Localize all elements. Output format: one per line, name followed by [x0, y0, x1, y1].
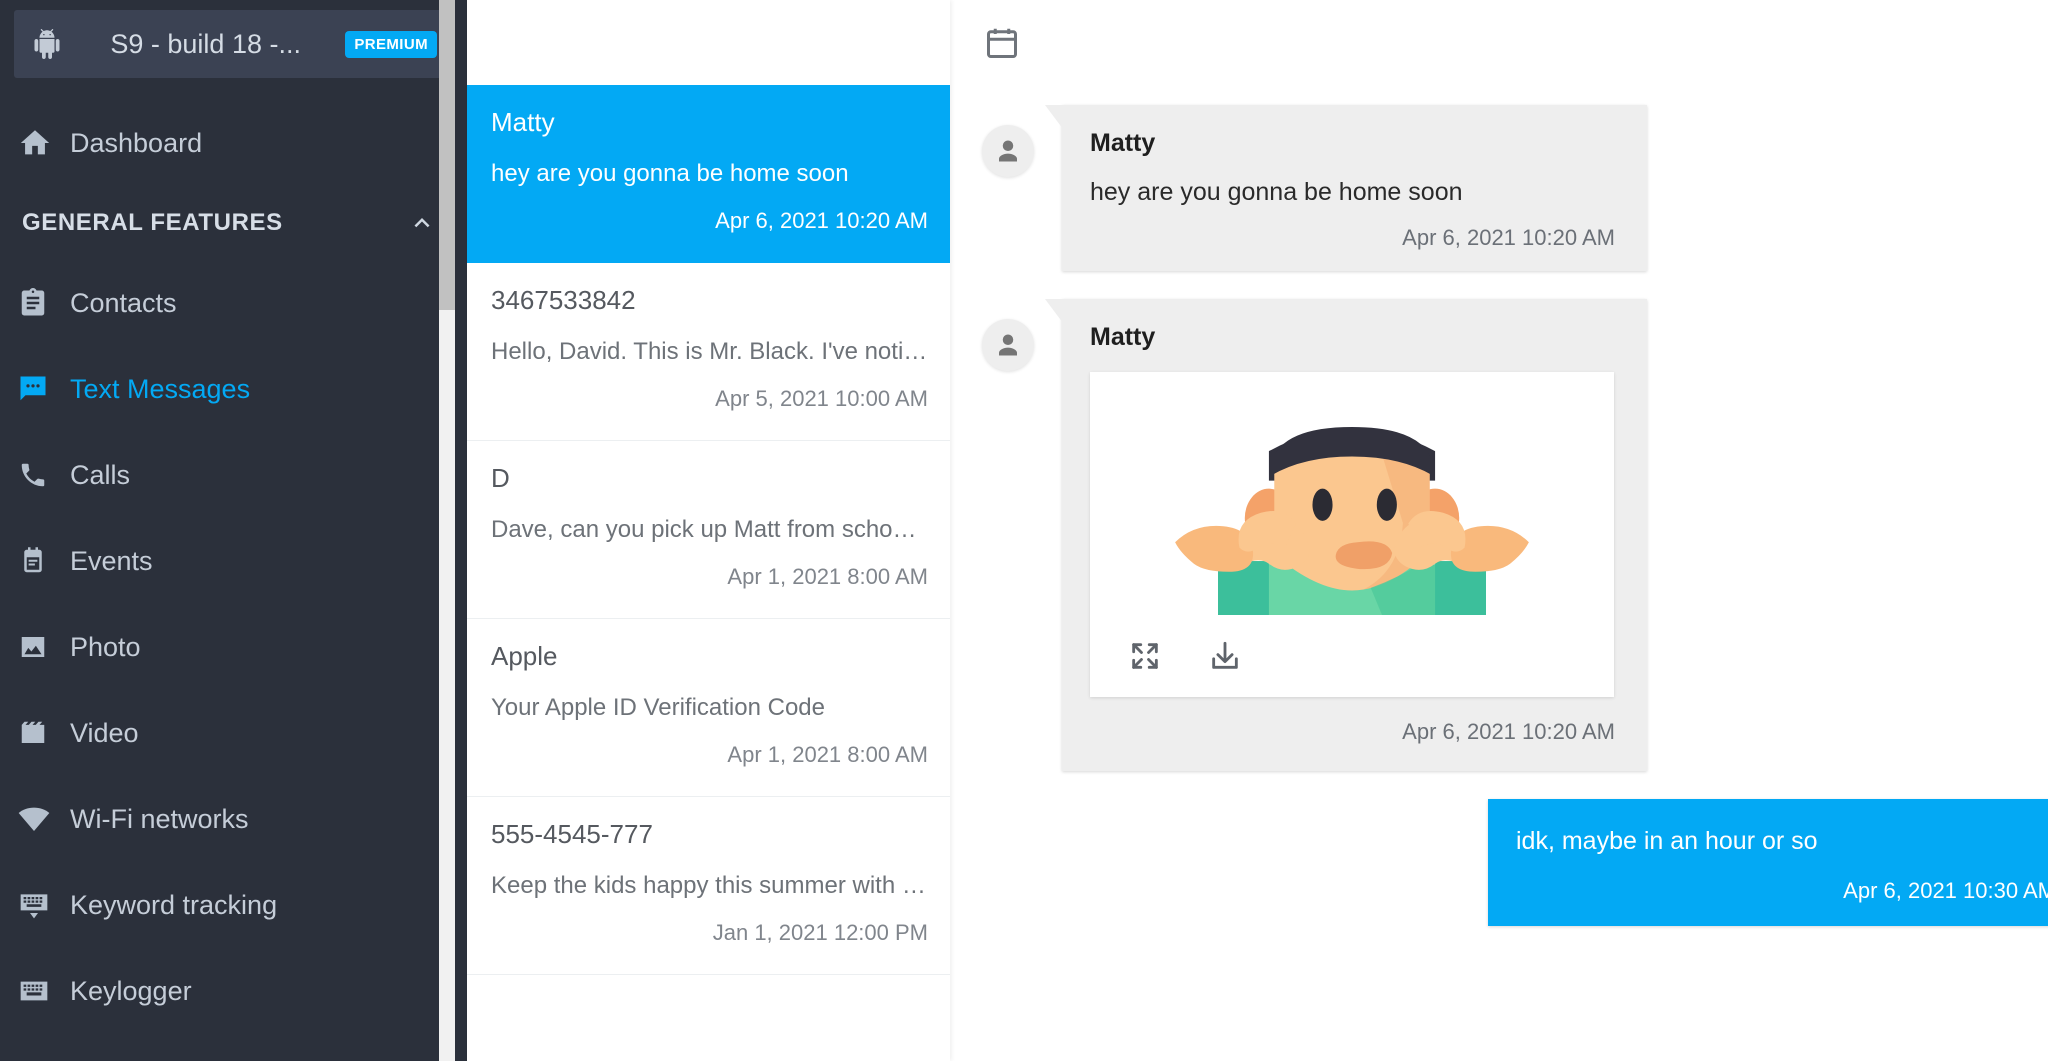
sidebar-item-video-label: Video	[70, 717, 139, 748]
sidebar-item-events[interactable]: Events	[0, 518, 467, 604]
sidebar-item-photo-label: Photo	[70, 631, 141, 662]
conversation-pane: Matty hey are you gonna be home soon Apr…	[950, 0, 2048, 1061]
table-row[interactable]: 3467533842 Hello, David. This is Mr. Bla…	[467, 263, 950, 441]
table-row[interactable]: Matty hey are you gonna be home soon Apr…	[467, 85, 950, 263]
thread-name: 555-4545-777	[491, 819, 653, 849]
expand-icon[interactable]	[1128, 639, 1162, 673]
sidebar-item-text-messages[interactable]: Text Messages	[0, 346, 467, 432]
photo-icon	[18, 632, 70, 662]
premium-badge: PREMIUM	[345, 30, 437, 58]
conversation-messages: Matty hey are you gonna be home soon Apr…	[950, 85, 2048, 1061]
sidebar-nav: Dashboard GENERAL FEATURES Contacts Text…	[0, 100, 467, 1034]
sidebar-item-keyword-tracking[interactable]: Keyword tracking	[0, 862, 467, 948]
sidebar-item-wifi-networks-label: Wi-Fi networks	[70, 803, 249, 834]
sidebar-item-keylogger-label: Keylogger	[70, 975, 192, 1006]
sidebar-item-photo[interactable]: Photo	[0, 604, 467, 690]
message-icon	[18, 374, 70, 404]
message-bubble: Matty Apr 6, 2021 10:20 AM	[1045, 299, 1647, 771]
device-title: S9 - build 18 -...	[110, 28, 301, 59]
shrugging-person-illustration	[1090, 372, 1614, 615]
keyboard-down-icon	[18, 889, 70, 921]
thread-preview: Hello, David. This is Mr. Black. I've no…	[491, 338, 928, 365]
table-row[interactable]: D Dave, can you pick up Matt from schoo……	[467, 441, 950, 619]
sidebar-item-wifi-networks[interactable]: Wi-Fi networks	[0, 776, 467, 862]
thread-name: Matty	[491, 107, 555, 137]
message-timestamp: Apr 6, 2021 10:30 AM	[1843, 878, 2048, 903]
sidebar-section-general-features[interactable]: GENERAL FEATURES	[0, 186, 467, 260]
keyboard-icon	[18, 975, 70, 1007]
thread-timestamp: Apr 6, 2021 10:20 AM	[715, 208, 928, 233]
sidebar-section-label: GENERAL FEATURES	[22, 209, 283, 236]
phone-icon	[18, 460, 70, 490]
list-item: Matty Apr 6, 2021 10:20 AM	[982, 299, 2008, 771]
contacts-icon	[18, 288, 70, 318]
thread-timestamp: Apr 1, 2021 8:00 AM	[727, 564, 928, 589]
message-text: idk, maybe in an hour or so	[1516, 827, 1818, 855]
thread-preview: hey are you gonna be home soon	[491, 160, 849, 187]
sidebar-item-contacts-label: Contacts	[70, 287, 177, 318]
sidebar-item-calls[interactable]: Calls	[0, 432, 467, 518]
message-bubble: Matty hey are you gonna be home soon Apr…	[1045, 105, 1647, 271]
sidebar-item-video[interactable]: Video	[0, 690, 467, 776]
thread-preview: Keep the kids happy this summer with …	[491, 872, 926, 899]
list-item: Matty hey are you gonna be home soon Apr…	[982, 105, 2008, 271]
thread-preview: Dave, can you pick up Matt from schoo…	[491, 516, 928, 543]
sidebar-item-events-label: Events	[70, 545, 153, 576]
calendar-icon[interactable]	[978, 19, 1026, 67]
thread-name: Apple	[491, 641, 558, 671]
sidebar-item-dashboard[interactable]: Dashboard	[0, 100, 467, 186]
message-timestamp: Apr 6, 2021 10:20 AM	[1402, 719, 1615, 744]
download-icon[interactable]	[1208, 639, 1242, 673]
calendar-icon	[18, 546, 70, 576]
sidebar-item-contacts[interactable]: Contacts	[0, 260, 467, 346]
message-timestamp: Apr 6, 2021 10:20 AM	[1402, 225, 1615, 250]
sidebar-item-keyword-tracking-label: Keyword tracking	[70, 889, 278, 920]
thread-timestamp: Apr 1, 2021 8:00 AM	[727, 742, 928, 767]
thread-timestamp: Jan 1, 2021 12:00 PM	[712, 920, 928, 945]
sidebar-scroll-area: S9 - build 18 -... PREMIUM Dashboard GEN…	[0, 0, 467, 1061]
android-icon	[30, 27, 64, 61]
message-sender: Matty	[1090, 129, 1156, 157]
sidebar-item-keylogger[interactable]: Keylogger	[0, 948, 467, 1034]
table-row[interactable]: Apple Your Apple ID Verification Code Ap…	[467, 619, 950, 797]
message-bubble: idk, maybe in an hour or so Apr 6, 2021 …	[1488, 799, 2048, 926]
avatar	[982, 125, 1034, 177]
sidebar-item-calls-label: Calls	[70, 459, 131, 490]
video-icon	[18, 718, 70, 748]
thread-name: 3467533842	[491, 285, 636, 315]
wifi-icon	[18, 803, 70, 835]
home-icon	[18, 126, 70, 160]
chevron-up-icon[interactable]	[407, 208, 437, 238]
sidebar-scrollbar-thumb[interactable]	[439, 0, 455, 310]
thread-name: D	[491, 463, 510, 493]
table-row[interactable]: 555-4545-777 Keep the kids happy this su…	[467, 797, 950, 975]
message-thread-list: Matty hey are you gonna be home soon Apr…	[467, 0, 950, 1061]
avatar	[982, 319, 1034, 371]
device-selector[interactable]: S9 - build 18 -... PREMIUM	[14, 10, 453, 78]
message-text: hey are you gonna be home soon	[1090, 178, 1463, 206]
sidebar-item-text-messages-label: Text Messages	[70, 373, 251, 404]
message-sender: Matty	[1090, 323, 1156, 351]
sidebar-item-dashboard-label: Dashboard	[70, 127, 203, 158]
attachment-actions	[1090, 615, 1614, 697]
list-item: idk, maybe in an hour or so Apr 6, 2021 …	[982, 799, 2048, 926]
conversation-header	[950, 0, 2048, 85]
app-root: S9 - build 18 -... PREMIUM Dashboard GEN…	[0, 0, 2048, 1061]
image-attachment[interactable]	[1090, 372, 1614, 697]
sidebar: S9 - build 18 -... PREMIUM Dashboard GEN…	[0, 0, 467, 1061]
thread-preview: Your Apple ID Verification Code	[491, 694, 825, 721]
thread-timestamp: Apr 5, 2021 10:00 AM	[715, 386, 928, 411]
